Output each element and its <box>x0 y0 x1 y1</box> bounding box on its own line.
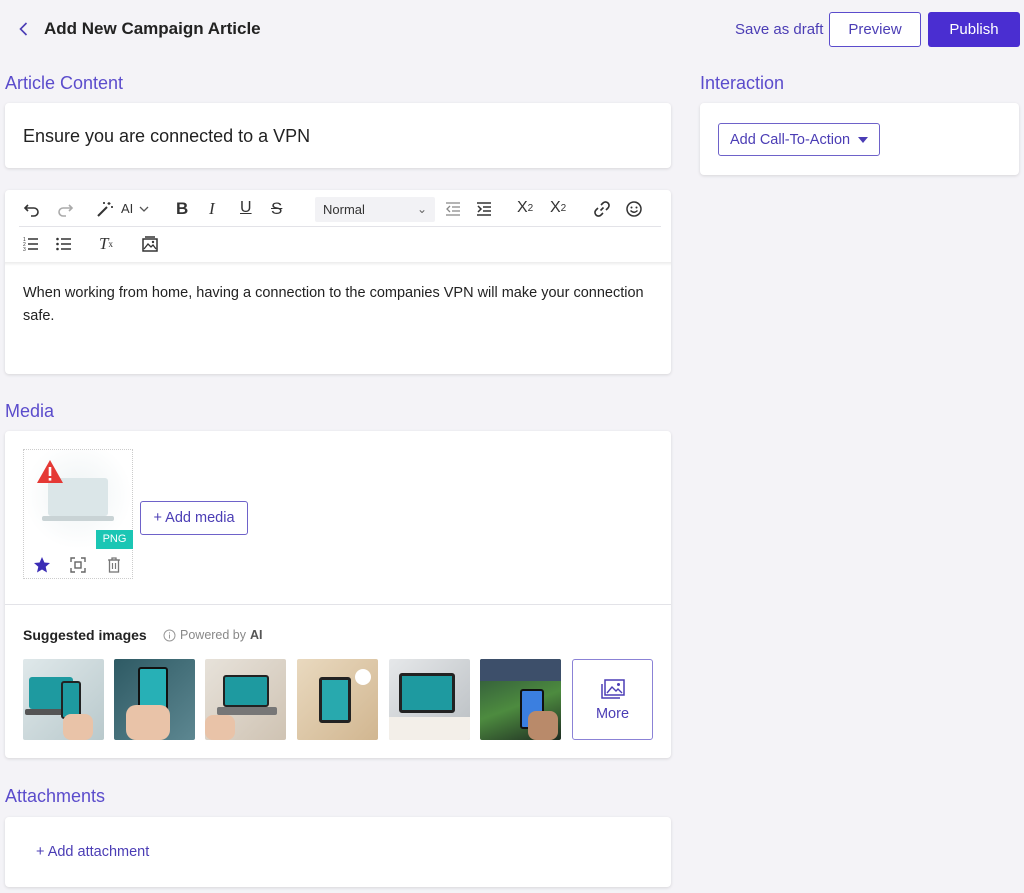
toolbar-row: AI B I U S Normal ⌄ X2 X2 <box>19 190 661 227</box>
italic-icon[interactable]: I <box>209 199 215 219</box>
svg-text:3: 3 <box>23 247 26 252</box>
caret-down-icon <box>858 137 868 143</box>
add-media-button[interactable]: + Add media <box>140 501 248 535</box>
top-bar: Add New Campaign Article Save as draft P… <box>0 0 1024 62</box>
clear-formatting-icon[interactable]: Tx <box>99 234 113 254</box>
suggested-image[interactable] <box>205 659 286 740</box>
format-select[interactable]: Normal ⌄ <box>315 197 435 222</box>
preview-button[interactable]: Preview <box>829 12 921 47</box>
subscript-icon[interactable]: X2 <box>517 199 533 217</box>
file-type-badge: PNG <box>96 530 133 549</box>
gallery-icon <box>600 678 625 699</box>
article-title-card: Ensure you are connected to a VPN <box>5 103 671 168</box>
underline-icon[interactable]: U <box>240 199 252 217</box>
article-body-text[interactable]: When working from home, having a connect… <box>23 282 663 328</box>
suggested-images-label: Suggested images <box>23 627 147 643</box>
media-card: PNG + Add media Suggested images Powered… <box>5 431 671 758</box>
publish-button[interactable]: Publish <box>928 12 1020 47</box>
cta-label: Add Call-To-Action <box>730 131 851 148</box>
format-select-value: Normal <box>323 202 365 217</box>
insert-image-icon[interactable] <box>141 235 159 253</box>
section-label-article-content: Article Content <box>5 73 124 93</box>
section-label-interaction: Interaction <box>700 73 785 93</box>
crop-icon[interactable] <box>68 555 88 575</box>
suggested-image[interactable] <box>114 659 195 740</box>
superscript-icon[interactable]: X2 <box>550 199 566 217</box>
magic-wand-icon[interactable] <box>96 200 114 218</box>
suggested-image[interactable] <box>480 659 561 740</box>
trash-icon[interactable] <box>104 555 124 575</box>
more-label: More <box>595 705 630 722</box>
more-images-button[interactable]: More <box>572 659 653 740</box>
powered-by-ai: Powered by AI <box>163 628 263 642</box>
star-icon[interactable] <box>32 555 52 575</box>
suggested-image[interactable] <box>389 659 470 740</box>
divider <box>5 604 671 605</box>
add-attachment-link[interactable]: + Add attachment <box>36 844 149 860</box>
link-icon[interactable] <box>593 200 611 218</box>
attachments-card: + Add attachment <box>5 817 671 887</box>
powered-by-text: Powered by <box>180 628 247 642</box>
suggested-image[interactable] <box>297 659 378 740</box>
warning-icon <box>37 460 63 483</box>
info-icon <box>163 629 176 641</box>
section-label-media: Media <box>5 401 55 421</box>
laptop-base <box>42 516 114 521</box>
strikethrough-icon[interactable]: S <box>271 199 282 219</box>
thumbnail-actions <box>24 552 132 578</box>
ai-menu-label[interactable]: AI <box>121 201 133 216</box>
page-title: Add New Campaign Article <box>44 19 261 38</box>
interaction-card: Add Call-To-Action <box>700 103 1019 175</box>
bullet-list-icon[interactable] <box>56 236 72 252</box>
chevron-left-icon[interactable] <box>14 19 34 39</box>
emoji-icon[interactable] <box>625 200 643 218</box>
redo-icon[interactable] <box>56 200 74 218</box>
chevron-down-icon: ⌄ <box>416 202 427 216</box>
rich-text-editor: AI B I U S Normal ⌄ X2 X2 123 Tx When wor… <box>5 190 671 374</box>
toolbar-row: 123 Tx <box>19 227 661 262</box>
thumbnail-image: PNG <box>24 450 133 550</box>
ordered-list-icon[interactable]: 123 <box>23 236 39 252</box>
bold-icon[interactable]: B <box>176 199 188 219</box>
section-label-attachments: Attachments <box>5 786 106 806</box>
suggested-image[interactable] <box>23 659 104 740</box>
save-as-draft-link[interactable]: Save as draft <box>735 21 823 38</box>
media-thumbnail[interactable]: PNG <box>23 449 133 579</box>
add-call-to-action-dropdown[interactable]: Add Call-To-Action <box>718 123 880 156</box>
article-title-input[interactable]: Ensure you are connected to a VPN <box>23 126 310 147</box>
editor-toolbar: AI B I U S Normal ⌄ X2 X2 123 Tx <box>19 190 661 262</box>
outdent-icon[interactable] <box>445 201 461 217</box>
indent-icon[interactable] <box>476 201 492 217</box>
chevron-down-icon[interactable] <box>138 203 150 215</box>
toolbar-shadow <box>5 262 671 266</box>
undo-icon[interactable] <box>23 200 41 218</box>
powered-by-ai-text: AI <box>250 628 263 642</box>
